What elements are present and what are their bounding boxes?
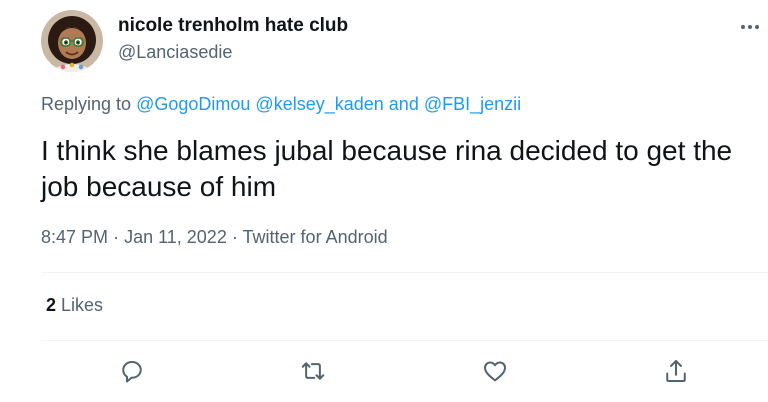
- avatar-image: [41, 10, 103, 72]
- retweet-button[interactable]: [298, 356, 328, 386]
- likes-label: Likes: [61, 295, 104, 315]
- reply-icon: [122, 361, 142, 383]
- mention-conjunction[interactable]: and: [389, 94, 419, 114]
- replying-to-label: Replying to: [41, 94, 132, 114]
- tweet-time[interactable]: 8:47 PM: [41, 227, 108, 247]
- more-horizontal-icon: [741, 25, 759, 29]
- tweet-source[interactable]: Twitter for Android: [243, 227, 388, 247]
- display-name[interactable]: nicole trenholm hate club: [118, 15, 348, 37]
- avatar[interactable]: [41, 10, 103, 72]
- more-options-button[interactable]: [736, 17, 764, 37]
- reply-context: Replying to @GogoDimou @kelsey_kaden and…: [41, 94, 521, 115]
- user-handle[interactable]: @Lanciasedie: [118, 42, 232, 63]
- heart-icon: [484, 361, 506, 382]
- mention-link[interactable]: @kelsey_kaden: [255, 94, 383, 114]
- meta-separator: ·: [113, 227, 120, 247]
- retweet-icon: [301, 362, 325, 380]
- tweet-metadata: 8:47 PM · Jan 11, 2022 · Twitter for And…: [41, 227, 388, 248]
- share-icon: [666, 360, 686, 382]
- likes-count: 2: [46, 295, 57, 315]
- tweet-date[interactable]: Jan 11, 2022: [124, 227, 227, 247]
- like-button[interactable]: [480, 356, 510, 386]
- divider: [41, 340, 768, 341]
- tweet-card: nicole trenholm hate club @Lanciasedie R…: [0, 0, 768, 402]
- divider: [41, 272, 768, 273]
- reply-button[interactable]: [117, 356, 147, 386]
- likes-stat[interactable]: 2 Likes: [46, 295, 103, 316]
- tweet-text: I think she blames jubal because rina de…: [41, 135, 733, 202]
- share-button[interactable]: [661, 356, 691, 386]
- mention-link[interactable]: @GogoDimou: [136, 94, 250, 114]
- meta-separator: ·: [231, 227, 238, 247]
- mention-link[interactable]: @FBI_jenzii: [424, 94, 521, 114]
